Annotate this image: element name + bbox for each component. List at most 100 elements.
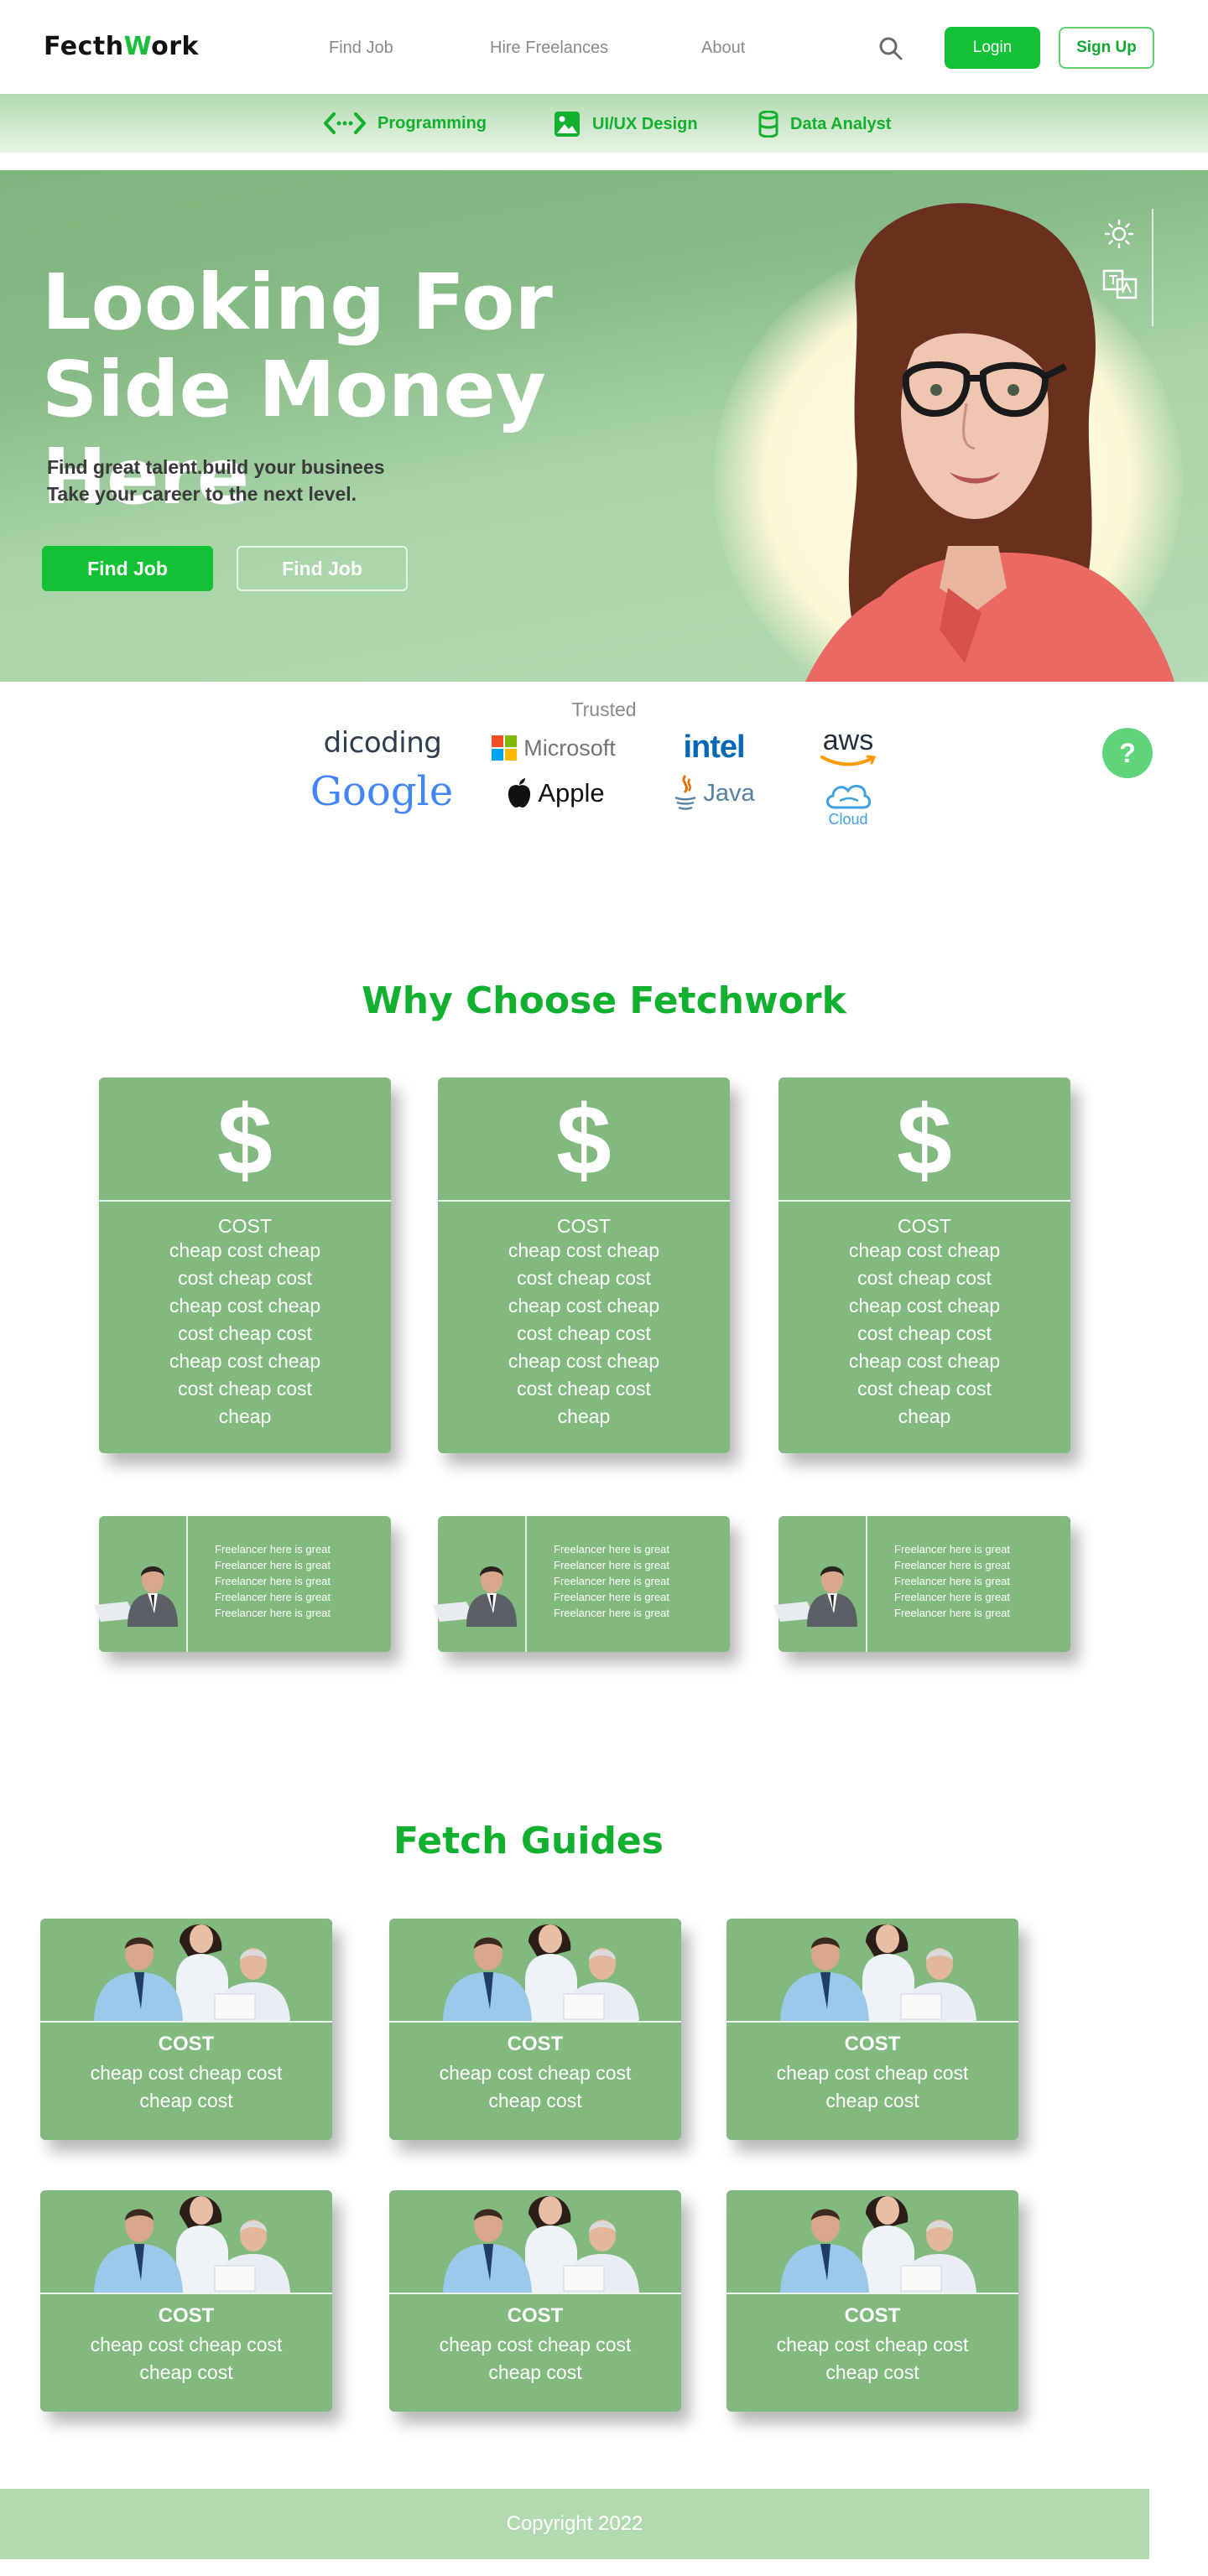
card-text: cheap cost cheap cost cheap cost <box>439 2334 632 2383</box>
card-title: COST <box>158 2304 215 2327</box>
card-text: cheap cost cheap cost cheap cost <box>776 2334 969 2383</box>
aws-smile-icon <box>820 755 877 766</box>
card-text: cheap cost cheap cost cheap cost cheap c… <box>508 1239 660 1427</box>
dollar-icon: $ <box>556 1085 612 1196</box>
brand-aws-logo: aws <box>810 723 886 770</box>
logo-accent: W <box>123 32 152 61</box>
guide-card[interactable]: COST cheap cost cheap cost cheap cost <box>389 1919 681 2140</box>
brand-cloud-logo: Cloud <box>810 776 886 830</box>
card-text: cheap cost cheap cost cheap cost <box>776 2062 969 2111</box>
card-divider <box>525 1516 527 1652</box>
freelancer-line: Freelancer here is great <box>215 1543 331 1555</box>
nav-about[interactable]: About <box>701 39 745 58</box>
freelancer-avatar-image <box>773 1566 857 1627</box>
team-meeting-image <box>94 2195 290 2293</box>
signup-button[interactable]: Sign Up <box>1059 27 1154 69</box>
freelancer-line: Freelancer here is great <box>215 1559 331 1571</box>
guides-section-title: Fetch Guides <box>393 1820 664 1862</box>
card-text: cheap cost cheap cost cheap cost <box>439 2062 632 2111</box>
why-card: $ COST cheap cost cheap cost cheap cost … <box>438 1078 730 1453</box>
brand-name: Java <box>703 779 755 807</box>
trusted-label: Trusted <box>571 699 637 720</box>
freelancer-card[interactable]: Freelancer here is great Freelancer here… <box>773 1516 1070 1652</box>
freelancer-line: Freelancer here is great <box>554 1543 670 1555</box>
freelancer-line: Freelancer here is great <box>894 1607 1011 1619</box>
card-divider <box>778 1200 1070 1202</box>
category-label: Data Analyst <box>790 114 892 133</box>
dollar-icon: $ <box>897 1085 952 1196</box>
card-text: cheap cost cheap cost cheap cost cheap c… <box>169 1239 321 1427</box>
hero-portrait-image <box>805 203 1174 682</box>
why-card: $ COST cheap cost cheap cost cheap cost … <box>99 1078 391 1453</box>
logo-text-rest: ork <box>151 32 199 61</box>
card-divider <box>40 2021 332 2023</box>
category-label: Programming <box>378 113 487 132</box>
card-divider <box>99 1200 391 1202</box>
freelancer-text: Freelancer here is great Freelancer here… <box>554 1541 718 1621</box>
hero-subtitle: Find great talent.build your businees Ta… <box>47 454 385 507</box>
brand-name: Cloud <box>828 810 868 828</box>
why-section-title: Why Choose Fetchwork <box>362 979 846 1022</box>
card-title: COST <box>844 2304 901 2327</box>
card-divider <box>186 1516 188 1652</box>
guide-card[interactable]: COST cheap cost cheap cost cheap cost <box>726 2190 1018 2412</box>
hero-section: Looking For Side Money Here Find great t… <box>0 170 1208 682</box>
category-data-analyst[interactable]: Data Analyst <box>758 111 891 138</box>
hero-subtitle-line: Find great talent.build your businees <box>47 456 385 478</box>
freelancer-card[interactable]: Freelancer here is great Freelancer here… <box>433 1516 730 1652</box>
brand-intel-logo: intel <box>668 728 760 766</box>
login-button[interactable]: Login <box>945 27 1040 69</box>
translate-icon[interactable] <box>1102 269 1138 299</box>
freelancer-card[interactable]: Freelancer here is great Freelancer here… <box>94 1516 391 1652</box>
dollar-icon: $ <box>217 1085 273 1196</box>
help-button[interactable]: ? <box>1102 728 1153 778</box>
hero-find-job-button[interactable]: Find Job <box>42 546 213 591</box>
search-icon[interactable] <box>877 35 904 62</box>
freelancer-line: Freelancer here is great <box>894 1543 1011 1555</box>
cloud-icon <box>826 784 872 808</box>
guide-card[interactable]: COST cheap cost cheap cost cheap cost <box>389 2190 681 2412</box>
card-title: COST <box>218 1215 272 1237</box>
brand-name: Google <box>310 768 454 815</box>
nav-hire-freelances[interactable]: Hire Freelances <box>490 39 608 58</box>
hero-find-job-outline-button[interactable]: Find Job <box>237 546 408 591</box>
guide-card[interactable]: COST cheap cost cheap cost cheap cost <box>40 1919 332 2140</box>
freelancer-line: Freelancer here is great <box>554 1591 670 1603</box>
microsoft-icon <box>492 735 518 761</box>
category-uiux-design[interactable]: UI/UX Design <box>554 111 698 138</box>
copyright-text: Copyright 2022 <box>506 2512 643 2535</box>
image-icon <box>555 112 580 137</box>
card-text: cheap cost cheap cost cheap cost <box>90 2334 283 2383</box>
hero-subtitle-line: Take your career to the next level. <box>47 483 357 505</box>
freelancer-avatar-image <box>94 1566 178 1627</box>
freelancer-line: Freelancer here is great <box>894 1559 1011 1571</box>
why-card: $ COST cheap cost cheap cost cheap cost … <box>778 1078 1070 1453</box>
freelancer-line: Freelancer here is great <box>554 1607 670 1619</box>
team-meeting-image <box>443 1924 639 2021</box>
site-footer: Copyright 2022 <box>0 2489 1149 2559</box>
card-title: COST <box>507 2033 564 2055</box>
brand-name: Apple <box>538 778 605 808</box>
apple-icon <box>508 778 531 808</box>
java-cup-icon <box>674 775 696 810</box>
category-programming[interactable]: Programming <box>324 111 487 136</box>
freelancer-line: Freelancer here is great <box>554 1559 670 1571</box>
brand-apple-logo: Apple <box>497 773 614 813</box>
card-text: cheap cost cheap cost cheap cost <box>90 2062 283 2111</box>
brand-java-logo: Java <box>668 771 760 815</box>
hero-side-divider <box>1152 209 1153 326</box>
nav-find-job[interactable]: Find Job <box>329 39 393 58</box>
freelancer-text: Freelancer here is great Freelancer here… <box>894 1541 1059 1621</box>
brand-name: dicoding <box>323 726 442 760</box>
guide-card[interactable]: COST cheap cost cheap cost cheap cost <box>726 1919 1018 2140</box>
brand-microsoft-logo: Microsoft <box>487 731 621 765</box>
team-meeting-image <box>780 2195 976 2293</box>
card-divider <box>40 2293 332 2294</box>
site-logo[interactable]: FecthWork <box>44 32 199 61</box>
logo-text: Fecth <box>44 32 124 61</box>
guide-card[interactable]: COST cheap cost cheap cost cheap cost <box>40 2190 332 2412</box>
database-icon <box>758 111 778 138</box>
sun-icon[interactable] <box>1104 219 1134 249</box>
category-bar: Programming UI/UX Design Data Analyst <box>0 94 1208 153</box>
site-header: FecthWork Find Job Hire Freelances About… <box>0 0 1208 94</box>
